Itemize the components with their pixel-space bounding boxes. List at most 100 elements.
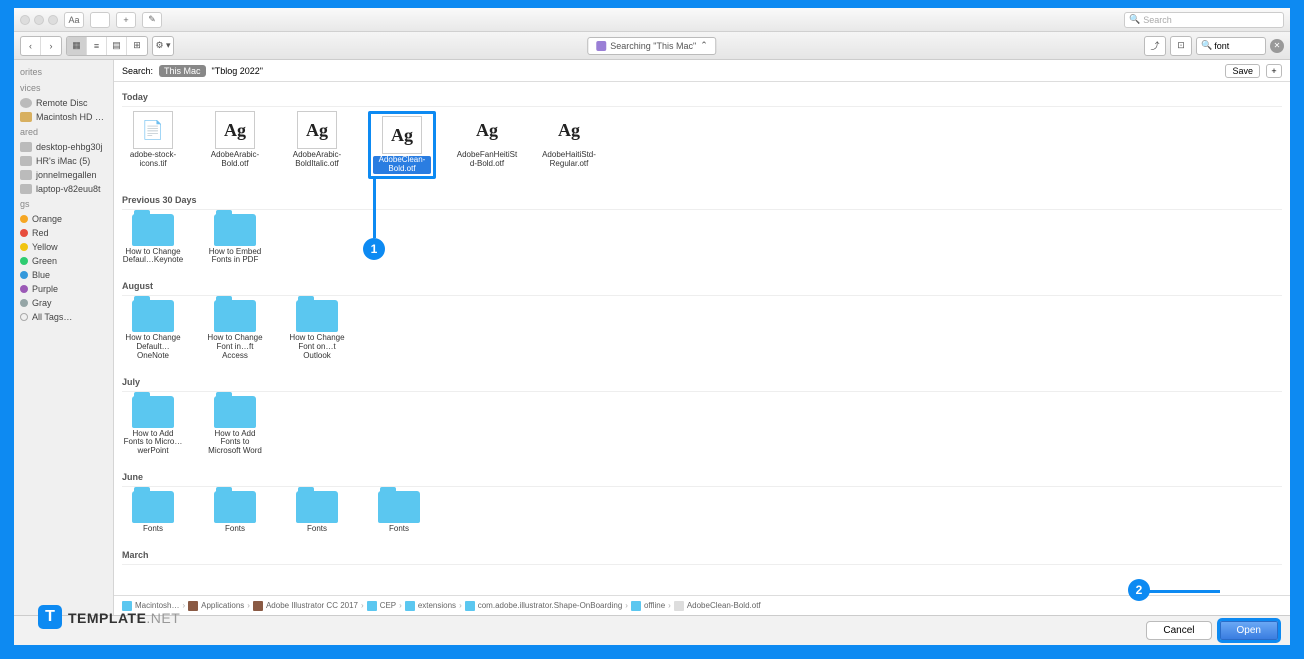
sidebar-item-shared[interactable]: HR's iMac (5) [14, 154, 113, 168]
callout-2: 2 [1128, 579, 1150, 601]
sidebar-tag[interactable]: Green [14, 254, 113, 268]
file-item[interactable]: How to Change Defaul…Keynote [122, 214, 184, 266]
file-item[interactable]: AgAdobeArabic-Bold.otf [204, 111, 266, 179]
path-segment[interactable]: Adobe Illustrator CC 2017 [266, 601, 358, 610]
search-icon: 🔍 [1201, 40, 1212, 51]
file-item[interactable]: AgAdobeFanHeitiStd-Bold.otf [456, 111, 518, 179]
file-label: How to Change Font on…t Outlook [286, 334, 348, 360]
sidebar-item-shared[interactable]: desktop-ehbg30j [14, 140, 113, 154]
font-thumbnail: Ag [549, 111, 589, 149]
file-label: Fonts [307, 525, 327, 534]
file-label: AdobeHaitiStd-Regular.otf [538, 151, 600, 169]
sidebar-item-shared[interactable]: jonnelmegallen [14, 168, 113, 182]
path-segment[interactable]: com.adobe.illustrator.Shape-OnBoarding [478, 601, 623, 610]
add-criteria-button[interactable]: + [1266, 64, 1282, 78]
path-segment[interactable]: extensions [418, 601, 456, 610]
file-item[interactable]: How to Change Font on…t Outlook [286, 300, 348, 360]
path-segment[interactable]: CEP [380, 601, 396, 610]
file-item[interactable]: How to Embed Fonts in PDF [204, 214, 266, 266]
display-icon [20, 142, 32, 152]
sidebar-tag[interactable]: Orange [14, 212, 113, 226]
file-item[interactable]: Fonts [122, 491, 184, 534]
sidebar-item-remote-disc[interactable]: Remote Disc [14, 96, 113, 110]
sidebar-tag[interactable]: Blue [14, 268, 113, 282]
clear-search-button[interactable]: ✕ [1270, 39, 1284, 53]
dialog-footer: Cancel Open [14, 615, 1290, 645]
sidebar-header: ared [14, 124, 113, 140]
titlebar-button[interactable] [90, 12, 110, 28]
file-item[interactable]: How to Change Font in…ft Access [204, 300, 266, 360]
search-scope-bar: Search: This Mac "Tblog 2022" Save + [114, 60, 1290, 82]
sidebar-header: orites [14, 64, 113, 80]
brand-watermark: T TEMPLATE.NET [38, 605, 180, 629]
sidebar-tag[interactable]: All Tags… [14, 310, 113, 324]
file-item[interactable]: How to Add Fonts to Microsoft Word [204, 396, 266, 456]
file-grid: Today 📄adobe-stock-icons.tif AgAdobeArabi… [114, 82, 1290, 595]
display-icon [20, 184, 32, 194]
file-item[interactable]: Fonts [204, 491, 266, 534]
content-area: Search: This Mac "Tblog 2022" Save + Tod… [114, 60, 1290, 615]
folder-icon [596, 41, 606, 51]
path-segment[interactable]: Applications [201, 601, 244, 610]
action-button[interactable]: ⤴ [1144, 36, 1166, 56]
sidebar-tag[interactable]: Yellow [14, 240, 113, 254]
path-segment[interactable]: offline [644, 601, 665, 610]
font-thumbnail: 📄 [133, 111, 173, 149]
file-item[interactable]: 📄adobe-stock-icons.tif [122, 111, 184, 179]
view-switcher[interactable]: ▦≡▤⊞ [66, 36, 148, 56]
file-label: AdobeClean-Bold.otf [373, 156, 431, 174]
titlebar-search[interactable]: 🔍Search [1124, 12, 1284, 28]
sidebar-tag[interactable]: Purple [14, 282, 113, 296]
file-item[interactable]: How to Change Default…OneNote [122, 300, 184, 360]
file-item[interactable]: Fonts [286, 491, 348, 534]
file-label: How to Change Defaul…Keynote [122, 248, 184, 266]
sidebar-item-hdd[interactable]: Macintosh HD … [14, 110, 113, 124]
chevron-updown-icon: ⌃ [700, 40, 708, 51]
save-search-button[interactable]: Save [1225, 64, 1260, 78]
file-item[interactable]: Ag AdobeHaitiStd-Regular.otf [538, 111, 600, 179]
font-style-button[interactable]: Aa [64, 12, 84, 28]
folder-icon [296, 300, 338, 332]
tag-dot-icon [20, 215, 28, 223]
sidebar-tag[interactable]: Red [14, 226, 113, 240]
callout-1: 1 [363, 238, 385, 260]
open-button[interactable]: Open [1220, 621, 1278, 640]
brand-text: TEMPLATE.NET [68, 607, 180, 628]
titlebar: Aa + ✎ 🔍Search [14, 8, 1290, 32]
folder-icon [132, 491, 174, 523]
search-field[interactable]: 🔍font [1196, 37, 1266, 55]
file-label: How to Change Default…OneNote [122, 334, 184, 360]
tag-dot-icon [20, 285, 28, 293]
path-icon [405, 601, 415, 611]
action-button-2[interactable]: ⊡ [1170, 36, 1192, 56]
folder-icon [214, 491, 256, 523]
file-label: How to Add Fonts to Microsoft Word [204, 430, 266, 456]
sidebar-tag[interactable]: Gray [14, 296, 113, 310]
nav-back-forward[interactable]: ‹› [20, 36, 62, 56]
section-prev30: Previous 30 Days [122, 191, 1282, 210]
scope-this-mac[interactable]: This Mac [159, 65, 206, 77]
section-july: July [122, 373, 1282, 392]
traffic-lights [20, 15, 58, 25]
file-item[interactable]: How to Add Fonts to Micro…werPoint [122, 396, 184, 456]
add-tab-button[interactable]: + [116, 12, 136, 28]
sidebar-item-shared[interactable]: laptop-v82euu8t [14, 182, 113, 196]
font-thumbnail: Ag [382, 116, 422, 154]
file-item[interactable]: Fonts [368, 491, 430, 534]
edit-button[interactable]: ✎ [142, 12, 162, 28]
file-label: Fonts [143, 525, 163, 534]
path-segment[interactable]: AdobeClean-Bold.otf [687, 601, 761, 610]
file-item[interactable]: Ag AdobeClean-Bold.otf [368, 111, 436, 179]
location-bar[interactable]: Searching "This Mac"⌃ [587, 37, 716, 55]
folder-icon [296, 491, 338, 523]
brand-icon: T [38, 605, 62, 629]
arrange-button[interactable]: ⚙ ▾ [152, 36, 174, 56]
cancel-button[interactable]: Cancel [1146, 621, 1211, 640]
section-august: August [122, 277, 1282, 296]
path-icon [465, 601, 475, 611]
hdd-icon [20, 112, 32, 122]
section-today: Today [122, 88, 1282, 107]
file-item[interactable]: AgAdobeArabic-BoldItalic.otf [286, 111, 348, 179]
scope-folder[interactable]: "Tblog 2022" [212, 66, 263, 76]
file-label: How to Change Font in…ft Access [204, 334, 266, 360]
